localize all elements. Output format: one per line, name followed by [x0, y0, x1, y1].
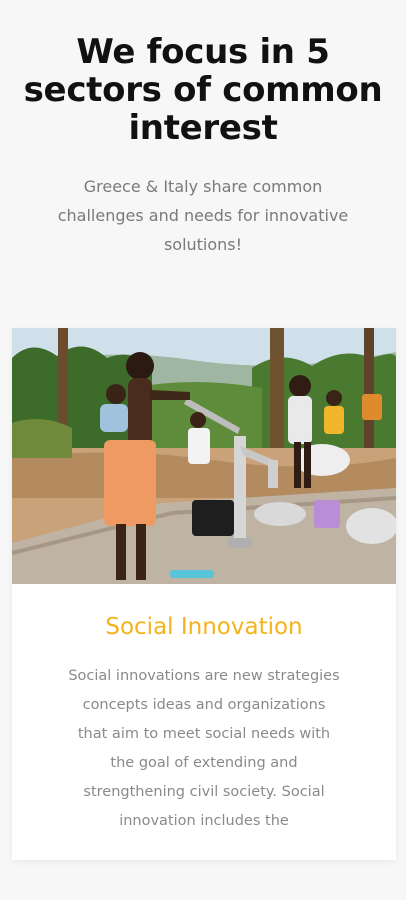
sector-card-social-innovation[interactable]: Social Innovation Social innovations are… [12, 328, 396, 860]
sector-card-description-line-2: concepts ideas and organizations [82, 697, 326, 713]
section-subheading: Greece & Italy share common challenges a… [20, 172, 386, 259]
section-heading: We focus in 5 sectors of common interest [0, 33, 406, 147]
sector-card-description: Social innovations are new strategies co… [28, 662, 380, 836]
sector-card-description-line-6: innovation includes the [119, 813, 289, 829]
sector-card-description-line-5: strengthening civil society. Social [83, 784, 325, 800]
photo-water-pump-image [12, 328, 396, 584]
sector-card-description-line-3: that aim to meet social needs with [77, 726, 331, 742]
section-subheading-line-1: Greece & Italy share common [83, 177, 323, 196]
section-subheading-line-2: challenges and needs for innovative [57, 206, 349, 225]
section-heading-line-2: sectors of common [23, 70, 383, 110]
section-heading-line-1: We focus in 5 [76, 32, 330, 72]
sector-card-description-line-1: Social innovations are new strategies [68, 668, 340, 684]
page: We focus in 5 sectors of common interest… [0, 0, 406, 900]
section-subheading-line-3: solutions! [163, 235, 243, 254]
sector-card-description-line-4: the goal of extending and [110, 755, 298, 771]
sector-card-title[interactable]: Social Innovation [12, 611, 396, 643]
section-heading-line-3: interest [128, 108, 278, 148]
sector-card-image[interactable] [12, 328, 396, 584]
